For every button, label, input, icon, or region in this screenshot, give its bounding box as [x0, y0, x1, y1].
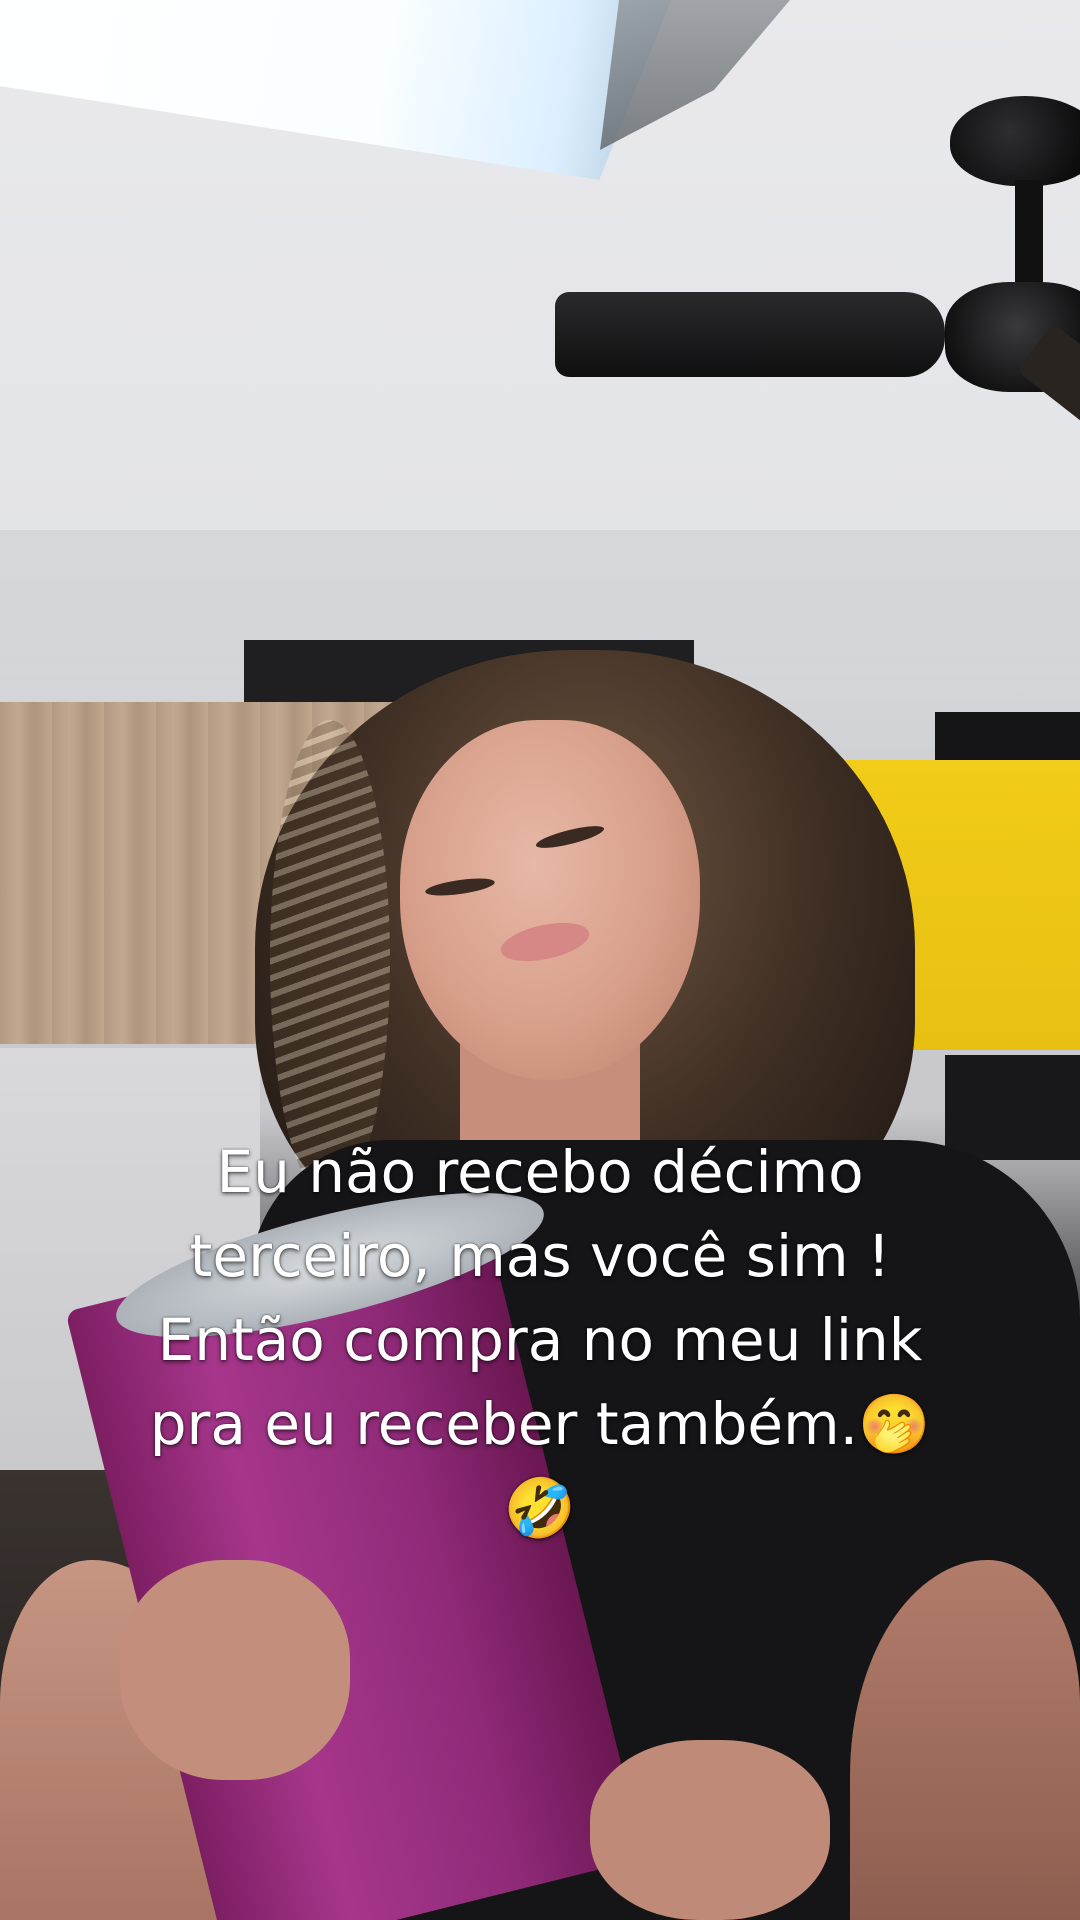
ceiling-fan-rod	[1015, 180, 1043, 290]
caption-line: Então compra no meu link	[157, 1306, 923, 1374]
ceiling-light	[0, 0, 672, 180]
caption-line: Eu não recebo décimo	[216, 1138, 864, 1206]
video-caption: Eu não recebo décimo terceiro, mas você …	[40, 1130, 1040, 1550]
person-hair-highlights	[270, 720, 390, 1200]
caption-line: pra eu receber também.🤭	[149, 1390, 931, 1458]
ceiling-fan-blade	[555, 292, 945, 377]
person-hand-left	[120, 1560, 350, 1780]
ceiling-light-rim	[600, 0, 790, 150]
person-face	[400, 720, 700, 1080]
person-hand-right	[590, 1740, 830, 1920]
ceiling-fan-mount	[950, 96, 1080, 186]
caption-emoji-line: 🤣	[503, 1474, 577, 1542]
video-frame[interactable]: Eu não recebo décimo terceiro, mas você …	[0, 0, 1080, 1920]
caption-line: terceiro, mas você sim !	[189, 1222, 891, 1290]
